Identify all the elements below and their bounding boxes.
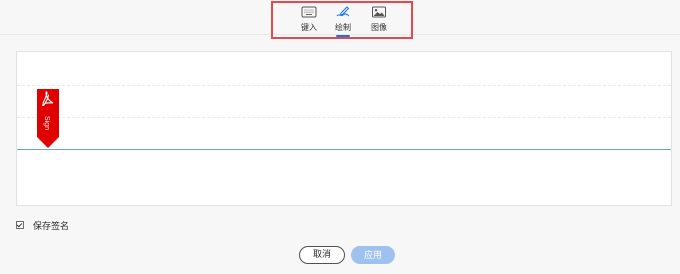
tab-image-label: 图像 — [371, 23, 387, 32]
image-icon — [372, 6, 386, 18]
flag-sign-text: Sign — [43, 116, 50, 130]
keyboard-icon — [301, 6, 317, 18]
save-signature-row: 保存签名 — [16, 218, 69, 232]
draw-pen-icon — [336, 6, 350, 17]
guide-line-top — [17, 85, 671, 86]
tab-image[interactable]: 图像 — [357, 5, 401, 35]
save-signature-label: 保存签名 — [33, 220, 70, 231]
active-tab-indicator — [336, 35, 350, 37]
apply-button[interactable]: 应用 — [351, 246, 395, 264]
signature-mode-bar: 键入 绘制 图像 — [0, 0, 680, 39]
guide-line-middle — [17, 117, 671, 118]
cancel-button[interactable]: 取消 — [299, 246, 345, 264]
signature-baseline — [17, 149, 671, 150]
save-signature-checkbox[interactable] — [16, 221, 24, 229]
signature-draw-canvas[interactable]: Sign — [16, 51, 672, 206]
sign-here-flag: Sign — [37, 89, 59, 149]
